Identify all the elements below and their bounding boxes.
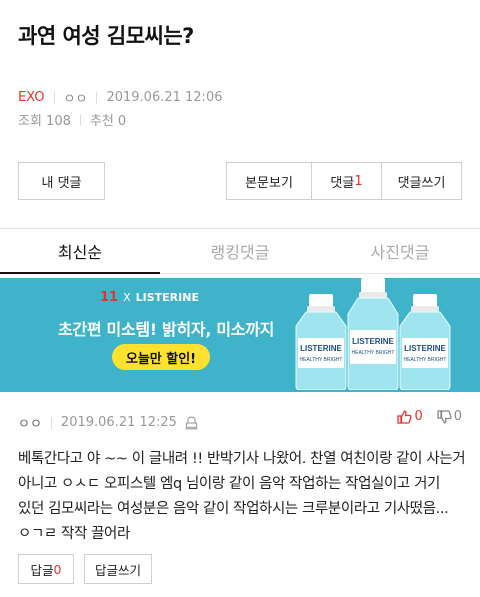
brand-x: X <box>123 291 131 304</box>
comment-body: 베톡간다고 야 ~~ 이 글내려 !! 반박기사 나왔어. 찬열 여친이랑 같이… <box>18 451 466 542</box>
write-comment-button[interactable]: 댓글쓰기 <box>381 163 461 199</box>
comment-datetime: 2019.06.21 12:25 <box>60 415 177 430</box>
reply-button[interactable]: 답글 0 <box>18 554 74 584</box>
divider <box>53 91 55 104</box>
write-reply-button[interactable]: 답글쓰기 <box>84 554 152 584</box>
comment-author[interactable]: ㅇㅇ <box>18 413 42 432</box>
post-datetime: 2019.06.21 12:06 <box>106 90 223 105</box>
reply-count: 0 <box>53 561 62 577</box>
comments-label: 댓글 <box>330 175 355 191</box>
my-comments-button[interactable]: 내 댓글 <box>18 162 105 200</box>
tab-photo[interactable]: 사진댓글 <box>320 229 480 273</box>
post-category-link[interactable]: EXO <box>18 90 45 105</box>
banner-cta-button[interactable]: 오늘만 할인! <box>112 344 210 370</box>
comment-action-group: 본문보기 댓글 1 댓글쓰기 <box>226 162 462 200</box>
comments-button[interactable]: 댓글 1 <box>311 163 381 199</box>
bottle-brand: LISTERINE <box>300 344 342 353</box>
divider <box>79 113 81 126</box>
bottle-variant: HEALTHY BRIGHT <box>352 350 395 356</box>
divider <box>96 91 98 104</box>
downvote-count: 0 <box>453 409 462 424</box>
view-post-button[interactable]: 본문보기 <box>227 163 311 199</box>
reply-label: 답글 <box>30 562 54 578</box>
tab-ranking[interactable]: 랭킹댓글 <box>160 229 320 273</box>
banner-headline: 초간편 미소템! 밝히자, 미소까지 <box>58 320 275 339</box>
bottle-variant: HEALTHY BRIGHT <box>404 357 447 363</box>
post-recommends: 추천 0 <box>89 114 127 129</box>
mouthwash-bottle-icon: LISTERINE HEALTHY BRIGHT <box>295 294 347 390</box>
thumbs-up-icon <box>397 410 412 424</box>
report-icon[interactable] <box>185 416 198 430</box>
post-stats: 조회 108 추천 0 <box>18 110 126 129</box>
bottle-variant: HEALTHY BRIGHT <box>300 357 343 363</box>
tab-latest[interactable]: 최신순 <box>0 229 160 274</box>
bottle-brand: LISTERINE <box>404 344 446 353</box>
thumbs-down-icon <box>437 409 452 423</box>
comment-sort-tabs: 최신순 랭킹댓글 사진댓글 <box>0 228 480 274</box>
bottle-brand: LISTERINE <box>352 337 394 346</box>
comment-meta: ㅇㅇ 2019.06.21 12:25 <box>18 413 198 432</box>
divider <box>50 416 52 429</box>
comment-votes: 0 0 <box>397 409 462 424</box>
listerine-logo: LISTERINE <box>135 291 199 304</box>
post-meta: EXO ㅇㅇ 2019.06.21 12:06 <box>18 88 222 107</box>
eleven-logo: 11 <box>100 290 119 305</box>
mouthwash-bottle-icon: LISTERINE HEALTHY BRIGHT <box>399 294 451 390</box>
comments-count: 1 <box>354 173 363 189</box>
downvote-button[interactable]: 0 <box>437 409 462 424</box>
ad-banner[interactable]: 11 X LISTERINE 초간편 미소템! 밝히자, 미소까지 오늘만 할인… <box>0 278 480 392</box>
post-author[interactable]: ㅇㅇ <box>64 88 88 107</box>
post-title: 과연 여성 김모씨는? <box>18 24 194 48</box>
banner-brand: 11 X LISTERINE <box>100 290 199 305</box>
upvote-button[interactable]: 0 <box>397 409 423 424</box>
post-views: 조회 108 <box>18 114 71 129</box>
upvote-count: 0 <box>414 409 423 424</box>
mouthwash-bottle-icon: LISTERINE HEALTHY BRIGHT <box>347 278 399 390</box>
